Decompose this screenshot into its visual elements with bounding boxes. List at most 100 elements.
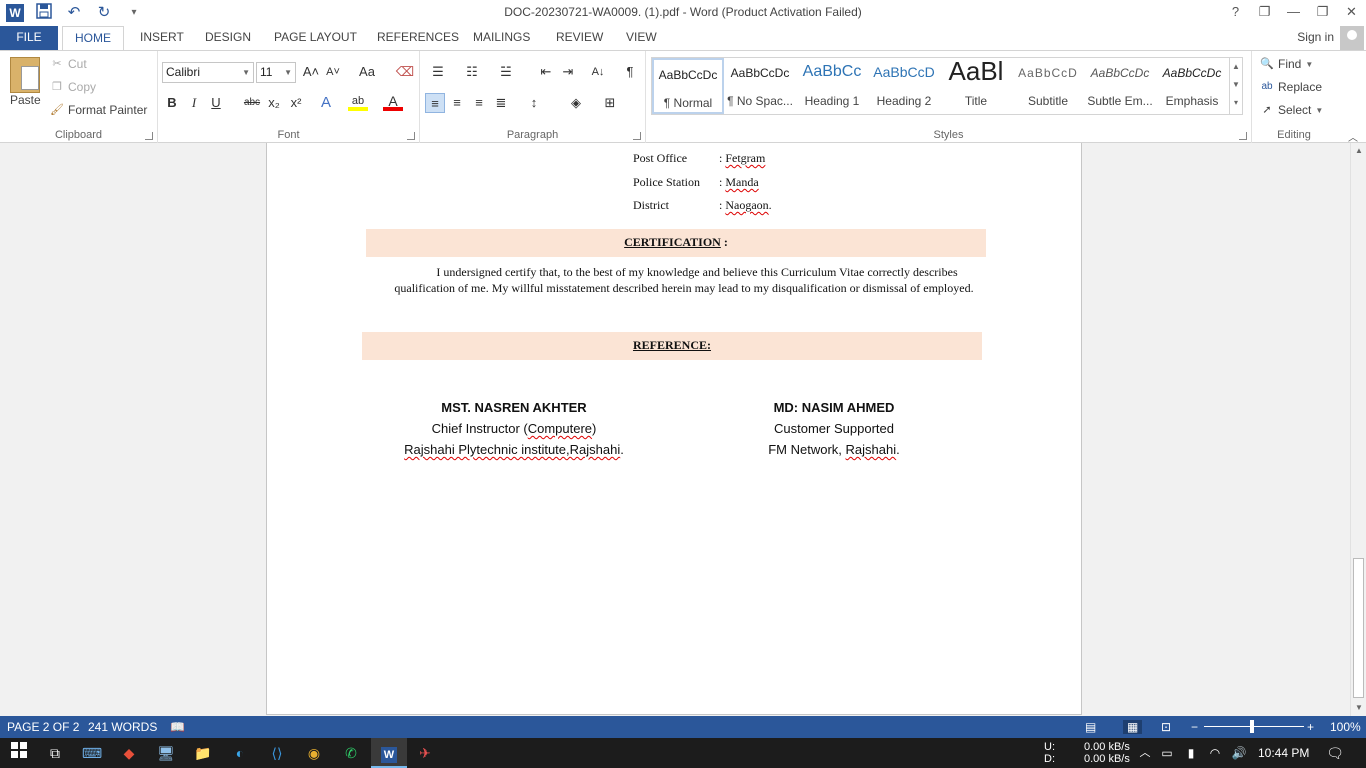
sort-button[interactable]: A↓	[588, 62, 608, 82]
document-page[interactable]: Post Office : Fetgram Police Station : M…	[266, 143, 1082, 715]
chevron-up-icon[interactable]: ︿	[1134, 742, 1156, 764]
style-no-spacing[interactable]: AaBbCcDc ¶ No Spac...	[724, 58, 796, 114]
battery-icon[interactable]: ▮	[1180, 742, 1202, 764]
sign-in-link[interactable]: Sign in	[1297, 30, 1334, 44]
align-center-icon[interactable]: ≡	[447, 93, 467, 113]
zoom-slider[interactable]	[1204, 726, 1304, 727]
minimize-button[interactable]: —	[1279, 0, 1308, 24]
chrome-icon[interactable]: ◉	[303, 742, 325, 764]
grow-font-button[interactable]: A˄	[301, 62, 321, 82]
wifi-icon[interactable]: ◠	[1204, 742, 1226, 764]
bullets-icon[interactable]: ☰	[428, 62, 448, 82]
tab-file[interactable]: FILE	[0, 26, 58, 50]
document-area[interactable]: Post Office : Fetgram Police Station : M…	[0, 143, 1350, 716]
decrease-indent-icon[interactable]: ⇤	[536, 62, 556, 82]
font-color-button[interactable]: A	[383, 93, 403, 111]
edge-icon[interactable]: ◐	[229, 742, 251, 764]
paste-icon[interactable]	[10, 57, 40, 93]
bold-button[interactable]: B	[162, 93, 182, 113]
file-explorer-icon[interactable]: 📁	[192, 742, 214, 764]
shading-icon[interactable]: ◈	[566, 93, 586, 113]
notifications-icon[interactable]: 🗨	[1324, 742, 1346, 764]
clock[interactable]: 10:44 PM	[1258, 746, 1309, 760]
proofing-icon[interactable]: 📖	[170, 720, 185, 734]
font-size-combo[interactable]: 11 ▼	[256, 62, 296, 83]
line-spacing-icon[interactable]: ↕	[524, 93, 544, 113]
page-indicator[interactable]: PAGE 2 OF 2	[7, 720, 79, 734]
word-count[interactable]: 241 WORDS	[88, 720, 157, 734]
clear-formatting-icon[interactable]: ⌫	[395, 62, 415, 82]
replace-button[interactable]: ab Replace	[1260, 80, 1322, 94]
style-heading-1[interactable]: AaBbCc Heading 1	[796, 58, 868, 114]
meet-now-icon[interactable]: ▭	[1156, 742, 1178, 764]
vertical-scrollbar[interactable]: ▲ ▼	[1350, 143, 1366, 716]
more-styles-icon[interactable]: ▾	[1230, 94, 1242, 112]
zoom-level[interactable]: 100%	[1330, 720, 1361, 734]
read-mode-icon[interactable]: ▤	[1085, 720, 1096, 734]
style-heading-2[interactable]: AaBbCcD Heading 2	[868, 58, 940, 114]
styles-dialog-launcher[interactable]	[1239, 132, 1247, 140]
style-title[interactable]: AaBl Title	[940, 58, 1012, 114]
borders-icon[interactable]: ⊞	[600, 93, 620, 113]
help-button[interactable]: ?	[1221, 0, 1250, 24]
whatsapp-icon[interactable]: ✆	[340, 742, 362, 764]
app-icon[interactable]: ✈	[414, 742, 436, 764]
copy-button[interactable]: ❐ Copy	[50, 80, 96, 94]
tab-design[interactable]: DESIGN	[205, 26, 251, 50]
shrink-font-button[interactable]: A˅	[323, 62, 343, 82]
restore-button[interactable]: ❐	[1308, 0, 1337, 24]
zoom-in-button[interactable]: +	[1307, 720, 1314, 734]
align-left-icon[interactable]: ≡	[425, 93, 445, 113]
clipboard-dialog-launcher[interactable]	[145, 132, 153, 140]
print-layout-icon[interactable]: ▦	[1123, 720, 1143, 734]
style-subtitle[interactable]: AaBbCcD Subtitle	[1012, 58, 1084, 114]
highlight-button[interactable]: ab	[348, 93, 368, 111]
anydesk-icon[interactable]: ◆	[118, 742, 140, 764]
strikethrough-button[interactable]: abc	[242, 93, 262, 113]
text-effects-button[interactable]: A	[316, 93, 336, 113]
tab-home[interactable]: HOME	[62, 26, 124, 51]
change-case-button[interactable]: Aa	[352, 62, 382, 82]
increase-indent-icon[interactable]: ⇥	[558, 62, 578, 82]
keyboard-icon[interactable]: ⌨	[81, 742, 103, 764]
superscript-button[interactable]: x²	[286, 93, 306, 113]
word-taskbar-icon[interactable]: W	[371, 738, 407, 768]
italic-button[interactable]: I	[184, 93, 204, 113]
tab-review[interactable]: REVIEW	[556, 26, 603, 50]
task-view-icon[interactable]: ⧉	[44, 742, 66, 764]
avatar[interactable]	[1340, 26, 1364, 50]
cut-button[interactable]: ✂ Cut	[50, 57, 86, 71]
collapse-ribbon-icon[interactable]: ︿	[1348, 129, 1358, 144]
multilevel-list-icon[interactable]: ☱	[496, 62, 516, 82]
style-emphasis[interactable]: AaBbCcDc Emphasis	[1156, 58, 1228, 114]
subscript-button[interactable]: x₂	[264, 93, 284, 113]
windows-start-icon[interactable]	[8, 742, 30, 764]
zoom-out-button[interactable]: −	[1191, 720, 1198, 734]
web-layout-icon[interactable]: ⊡	[1161, 720, 1171, 734]
paste-button[interactable]: Paste	[10, 93, 41, 107]
select-button[interactable]: ➚ Select ▼	[1260, 103, 1323, 117]
zoom-slider-thumb[interactable]	[1250, 720, 1254, 733]
underline-button[interactable]: U	[206, 93, 226, 113]
tab-insert[interactable]: INSERT	[140, 26, 184, 50]
close-button[interactable]: ✕	[1337, 0, 1366, 24]
paragraph-dialog-launcher[interactable]	[633, 132, 641, 140]
align-right-icon[interactable]: ≡	[469, 93, 489, 113]
find-button[interactable]: 🔍 Find ▼	[1260, 57, 1313, 71]
style-normal[interactable]: AaBbCcDc ¶ Normal	[652, 58, 724, 114]
computer-icon[interactable]: 🖥	[155, 742, 177, 764]
justify-icon[interactable]: ≣	[491, 93, 511, 113]
format-painter-button[interactable]: 🖌 Format Painter	[50, 103, 147, 117]
tab-view[interactable]: VIEW	[626, 26, 657, 50]
volume-icon[interactable]: 🔊	[1228, 742, 1250, 764]
style-subtle-emphasis[interactable]: AaBbCcDc Subtle Em...	[1084, 58, 1156, 114]
font-name-combo[interactable]: Calibri ▼	[162, 62, 254, 83]
scroll-up-icon[interactable]: ▲	[1351, 143, 1366, 159]
vscode-icon[interactable]: ⟨⟩	[266, 742, 288, 764]
tab-mailings[interactable]: MAILINGS	[473, 26, 530, 50]
tab-references[interactable]: REFERENCES	[377, 26, 459, 50]
ribbon-display-options-button[interactable]: ❐	[1250, 0, 1279, 24]
tab-page-layout[interactable]: PAGE LAYOUT	[274, 26, 357, 50]
scroll-down-icon[interactable]: ▼	[1351, 700, 1366, 716]
show-formatting-button[interactable]: ¶	[620, 62, 640, 82]
